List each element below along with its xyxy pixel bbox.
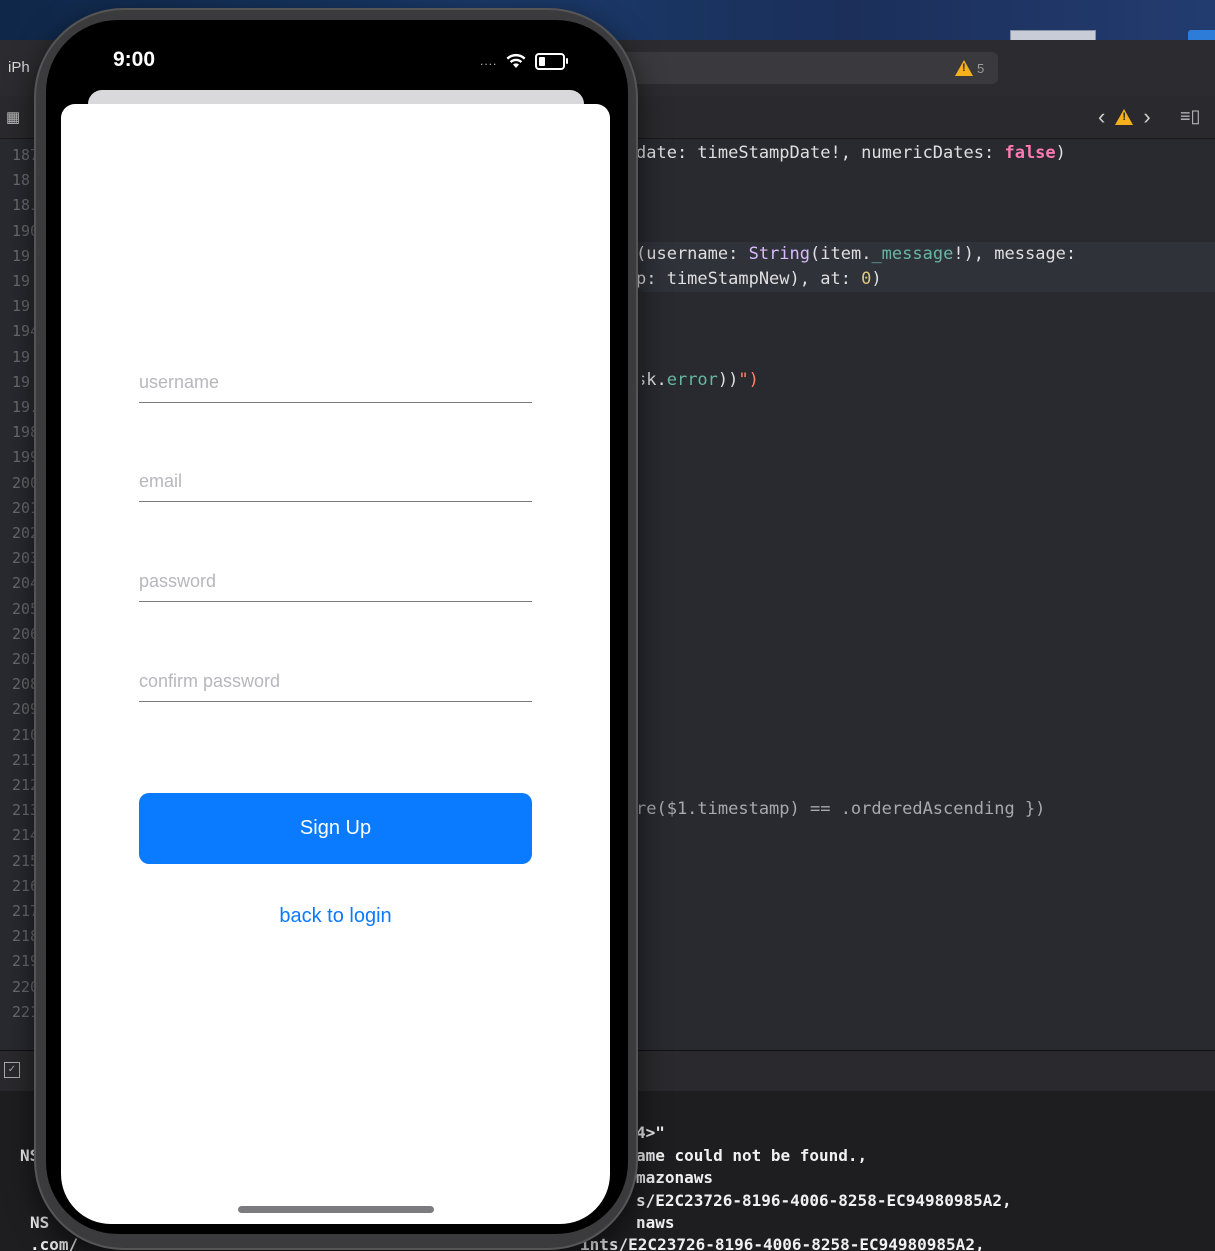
code-token: p: timeStampNew), at: xyxy=(636,269,862,289)
sign-up-button[interactable]: Sign Up xyxy=(139,793,532,864)
status-indicators: .... xyxy=(480,50,569,72)
device-notch xyxy=(198,26,474,72)
console-line: 4>" xyxy=(636,1123,665,1142)
code-token: !), message: xyxy=(953,244,1077,264)
issue-warning-icon[interactable] xyxy=(1115,109,1134,125)
code-type: String xyxy=(748,244,811,264)
code-token: date: timeStampDate!, numericDates: xyxy=(636,143,1005,163)
next-issue-icon[interactable]: › xyxy=(1143,104,1150,130)
home-indicator[interactable] xyxy=(238,1206,434,1213)
hide-debug-area-icon[interactable]: ✓ xyxy=(4,1062,20,1078)
code-property: _message xyxy=(871,244,954,264)
code-line[interactable]: re($1.timestamp) == .orderedAscending }) xyxy=(636,797,1045,822)
editor-options-icon[interactable]: ≡▯ xyxy=(1180,106,1208,128)
code-line[interactable]: p: timeStampNew), at: 0) xyxy=(636,267,882,292)
console-line: naws xyxy=(636,1213,675,1232)
code-token: re($1.timestamp) == .orderedAscending }) xyxy=(636,799,1046,819)
code-string: ") xyxy=(738,370,759,390)
code-token: ) xyxy=(871,269,882,289)
code-token: (item. xyxy=(810,244,872,264)
console-line: ints/E2C23726-8196-4006-8258-EC94980985A… xyxy=(580,1235,985,1251)
code-line[interactable]: date: timeStampDate!, numericDates: fals… xyxy=(636,141,1066,166)
password-field[interactable] xyxy=(139,561,532,602)
related-items-icon[interactable]: ▦ xyxy=(6,108,20,126)
warning-icon xyxy=(955,60,973,76)
code-token: )) xyxy=(717,370,739,390)
console-line: .com/ xyxy=(30,1235,79,1251)
code-token: ) xyxy=(1055,143,1066,163)
toolbar-warning-indicator[interactable]: 5 xyxy=(955,58,984,78)
code-line[interactable]: (username: String(item._message!), messa… xyxy=(636,242,1076,267)
warning-count: 5 xyxy=(977,60,985,76)
console-line: mazonaws xyxy=(636,1168,714,1187)
issue-navigation: ‹ › xyxy=(1098,104,1151,130)
wifi-icon xyxy=(506,53,526,68)
code-number: 0 xyxy=(861,269,872,289)
code-keyword: false xyxy=(1004,143,1056,163)
battery-icon xyxy=(535,52,569,70)
screen: iPh 5 ▦ ‹ › ≡▯ 1871881891901911921931941… xyxy=(0,0,1215,1251)
console-line: ame could not be found., xyxy=(636,1146,868,1165)
username-field[interactable] xyxy=(139,362,532,403)
status-time: 9:00 xyxy=(113,48,156,71)
previous-issue-icon[interactable]: ‹ xyxy=(1098,104,1105,130)
email-field[interactable] xyxy=(139,461,532,502)
desktop-folder-icon[interactable] xyxy=(1188,30,1215,40)
console-line: NS xyxy=(30,1213,50,1232)
code-property: error xyxy=(666,370,718,390)
signal-dots-icon: .... xyxy=(480,54,498,68)
code-line[interactable]: sk.error))") xyxy=(636,368,759,393)
activity-viewer xyxy=(600,52,998,84)
code-token: (username: xyxy=(636,244,749,264)
back-to-login-link[interactable]: back to login xyxy=(139,905,532,935)
confirm-password-field[interactable] xyxy=(139,661,532,702)
console-line: s/E2C23726-8196-4006-8258-EC94980985A2, xyxy=(636,1191,1012,1210)
